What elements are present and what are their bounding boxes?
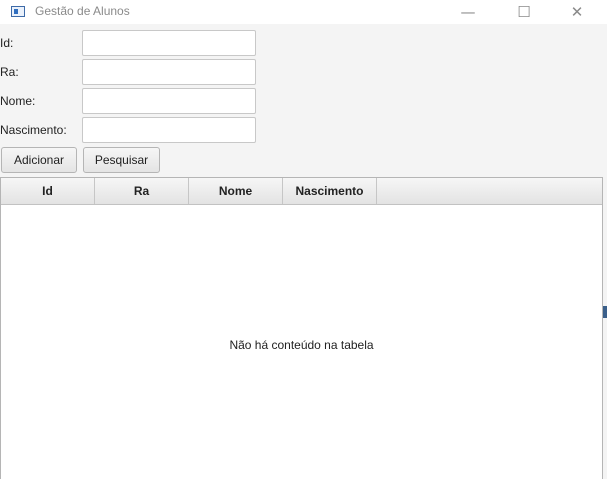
- id-label: Id:: [0, 36, 14, 50]
- search-button[interactable]: Pesquisar: [83, 147, 160, 173]
- empty-table-message: Não há conteúdo na tabela: [229, 338, 374, 352]
- nascimento-label: Nascimento:: [0, 123, 67, 137]
- column-header-ra[interactable]: Ra: [95, 178, 189, 204]
- column-header-id[interactable]: Id: [1, 178, 95, 204]
- id-field[interactable]: [82, 30, 256, 56]
- minimize-icon[interactable]: —: [445, 0, 491, 24]
- column-header-nascimento[interactable]: Nascimento: [283, 178, 377, 204]
- ra-label: Ra:: [0, 65, 19, 79]
- app-window-icon: [11, 6, 25, 17]
- add-button[interactable]: Adicionar: [1, 147, 77, 173]
- nome-label: Nome:: [0, 94, 36, 108]
- students-table[interactable]: Id Ra Nome Nascimento Não há conteúdo na…: [0, 177, 603, 479]
- column-header-filler: [377, 178, 602, 204]
- window-title: Gestão de Alunos: [35, 4, 130, 18]
- ra-field[interactable]: [82, 59, 256, 85]
- window-edge-marker: [603, 306, 607, 318]
- title-bar: Gestão de Alunos — ☐ ✕: [0, 0, 607, 24]
- column-header-nome[interactable]: Nome: [189, 178, 283, 204]
- maximize-icon[interactable]: ☐: [501, 0, 547, 24]
- close-icon[interactable]: ✕: [554, 0, 600, 24]
- nome-field[interactable]: [82, 88, 256, 114]
- table-header: Id Ra Nome Nascimento: [1, 178, 602, 205]
- nascimento-field[interactable]: [82, 117, 256, 143]
